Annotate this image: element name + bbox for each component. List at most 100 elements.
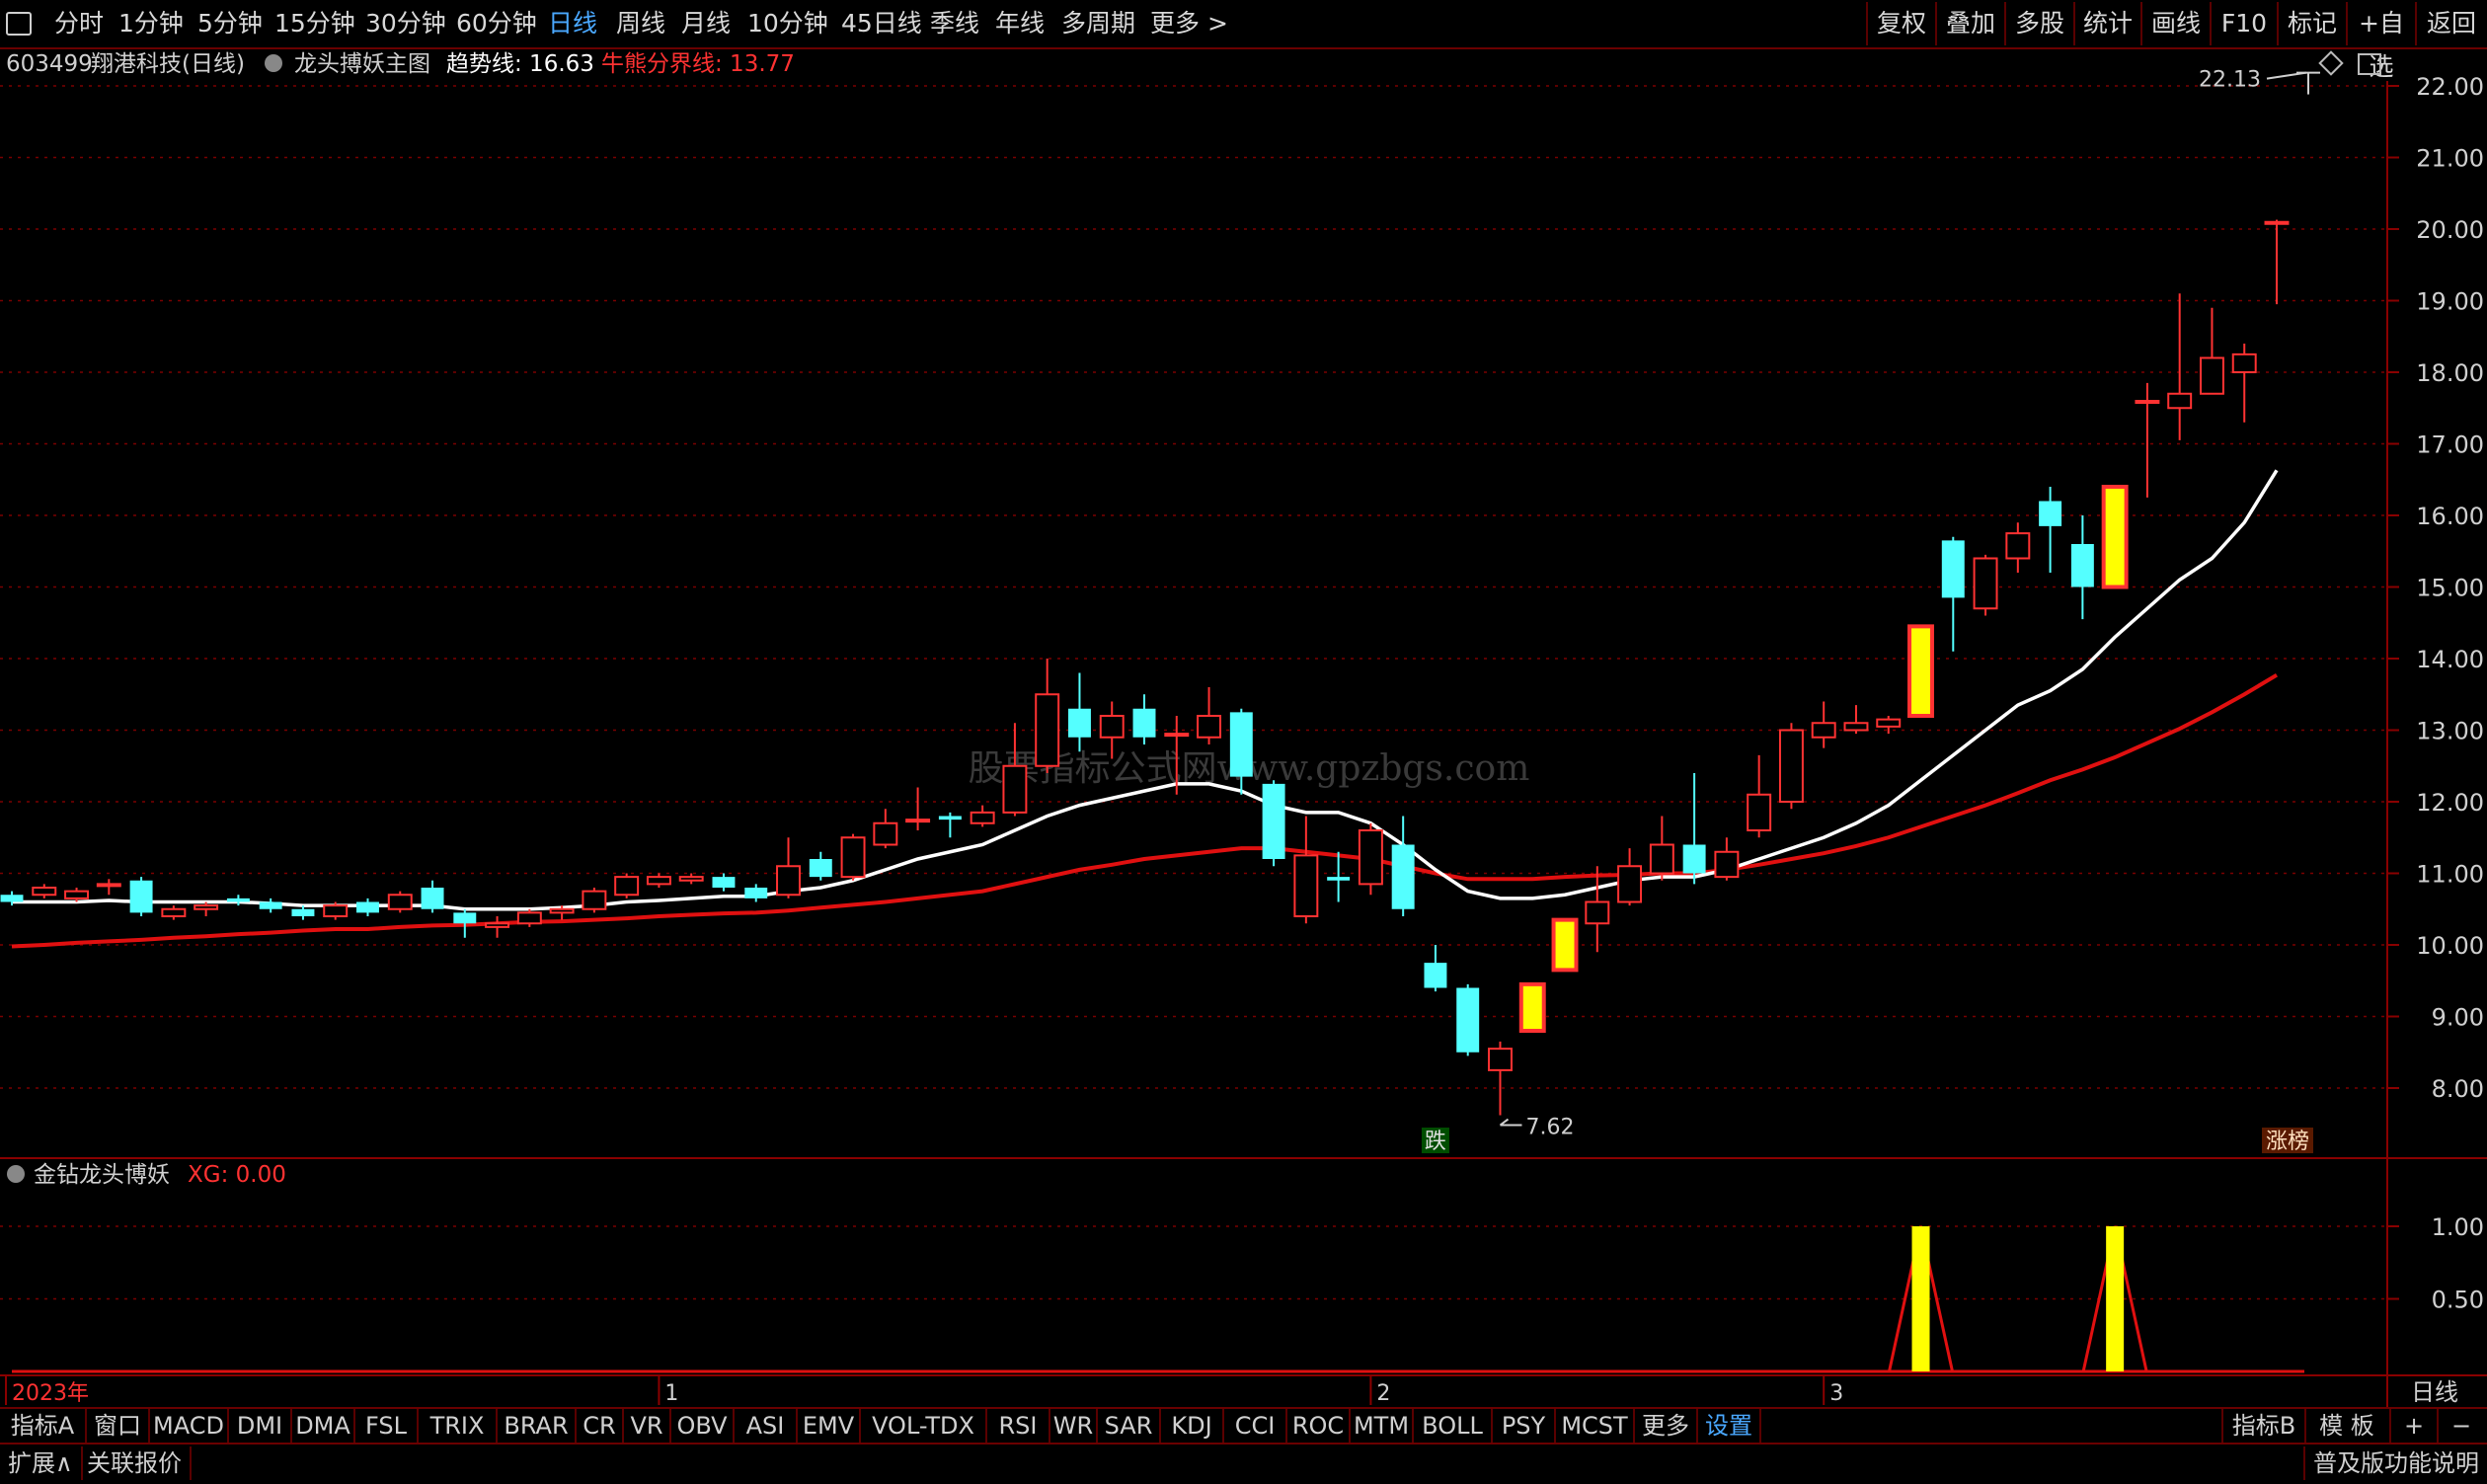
subchart-xg-label: XG: 0.00: [188, 1162, 286, 1188]
candlestick: [1617, 848, 1643, 906]
low-price-label: 7.62: [1525, 1116, 1574, 1140]
price-tick-label: 8.00: [2432, 1075, 2484, 1103]
candlestick: [938, 812, 962, 838]
candlestick: [387, 891, 413, 913]
indicator-tab-21[interactable]: BOLL: [1414, 1409, 1493, 1443]
candlestick: [1293, 816, 1319, 924]
candlestick: [2135, 382, 2160, 498]
candlestick: [840, 833, 866, 881]
candle-body-limit: [1907, 624, 1934, 718]
template-button[interactable]: 模 板: [2304, 1409, 2391, 1443]
indicator-tab-13[interactable]: VOL-TDX: [861, 1409, 987, 1443]
subchart-tick-label: 0.50: [2432, 1287, 2484, 1314]
candlestick: [1876, 716, 1902, 735]
indicator-tab-4[interactable]: DMA: [292, 1409, 355, 1443]
candlestick: [1747, 754, 1772, 838]
trend-line: [12, 469, 2279, 911]
indicator-b-button[interactable]: 指标B: [2221, 1409, 2306, 1443]
candlestick: [453, 908, 477, 938]
candle-body-up: [1293, 854, 1319, 917]
expand-button[interactable]: 扩展∧: [0, 1446, 83, 1480]
indicator-tab-6[interactable]: TRIX: [419, 1409, 498, 1443]
indicator-tab-15[interactable]: WR: [1050, 1409, 1098, 1443]
indicator-tab-10[interactable]: OBV: [671, 1409, 735, 1443]
zoom-out-button[interactable]: −: [2439, 1409, 2484, 1443]
candle-body-down: [1941, 540, 1965, 598]
indicator-tab-7[interactable]: BRAR: [498, 1409, 577, 1443]
candle-body-up: [194, 904, 219, 910]
candlestick: [1327, 851, 1351, 902]
candle-body-down: [259, 901, 282, 909]
candlestick: [1941, 536, 1965, 652]
indicator-tab-20[interactable]: MTM: [1351, 1409, 1414, 1443]
candle-body-up: [970, 811, 995, 824]
candlestick: [2167, 293, 2193, 440]
price-tick-label: 20.00: [2416, 216, 2484, 244]
indicator-tab-2[interactable]: MACD: [150, 1409, 229, 1443]
indicator-tab-16[interactable]: SAR: [1098, 1409, 1161, 1443]
candle-body-down: [356, 901, 379, 913]
candle-body-up: [516, 911, 542, 925]
candle-body-up: [1002, 764, 1028, 814]
price-tick-label: 16.00: [2416, 503, 2484, 530]
candlestick: [2101, 485, 2129, 589]
indicator-tab-0[interactable]: 指标A: [0, 1409, 87, 1443]
candle-body-down: [2039, 501, 2062, 526]
candle-body-up: [840, 836, 866, 879]
candle-body-up: [1358, 829, 1383, 886]
indicator-tab-23[interactable]: MCST: [1556, 1409, 1635, 1443]
candlestick: [32, 884, 57, 898]
candle-body-up: [2005, 532, 2031, 560]
candle-body-up: [1099, 715, 1125, 739]
candle-body-down: [1132, 708, 1156, 738]
candle-body-up: [2231, 352, 2257, 373]
linked-quotes-button[interactable]: 关联报价: [79, 1446, 192, 1480]
candle-body-up: [2264, 220, 2290, 225]
indicator-tab-8[interactable]: CR: [577, 1409, 624, 1443]
subchart-name[interactable]: 金钻龙头博妖: [34, 1162, 170, 1188]
candlestick: [776, 837, 801, 898]
indicator-tab-9[interactable]: VR: [624, 1409, 671, 1443]
price-tick-label: 17.00: [2416, 431, 2484, 459]
indicator-tab-11[interactable]: ASI: [735, 1409, 798, 1443]
candle-body-limit: [2101, 485, 2129, 589]
candlestick: [129, 877, 153, 916]
indicator-tab-1[interactable]: 窗口: [87, 1409, 150, 1443]
candle-body-down: [1067, 708, 1091, 738]
candlestick: [356, 898, 379, 916]
candle-body-down: [1262, 783, 1285, 859]
high-price-label: 22.13: [2199, 68, 2261, 93]
indicator-tab-18[interactable]: CCI: [1224, 1409, 1287, 1443]
candlestick: [1262, 780, 1285, 867]
kline-chart[interactable]: 股票指标公式网www.gpzbgs.com 22.0021.0020.0019.…: [0, 0, 2487, 1407]
indicator-tab-17[interactable]: KDJ: [1161, 1409, 1224, 1443]
indicator-tab-3[interactable]: DMI: [229, 1409, 292, 1443]
indicator-tab-22[interactable]: PSY: [1493, 1409, 1556, 1443]
indicator-tab-12[interactable]: EMV: [798, 1409, 861, 1443]
candle-body-down: [1456, 987, 1480, 1053]
indicator-tab-14[interactable]: RSI: [987, 1409, 1050, 1443]
indicator-tab-25[interactable]: 设置: [1698, 1409, 1761, 1443]
candle-body-down: [0, 895, 24, 902]
zoom-in-button[interactable]: +: [2391, 1409, 2439, 1443]
candlestick: [744, 884, 768, 902]
candle-body-up: [1649, 843, 1674, 875]
price-tick-label: 9.00: [2432, 1004, 2484, 1032]
version-note-link[interactable]: 普及版功能说明: [2303, 1446, 2487, 1480]
indicator-tab-24[interactable]: 更多: [1635, 1409, 1698, 1443]
candlestick: [2199, 307, 2224, 395]
candle-body-up: [1035, 693, 1060, 767]
indicator-tab-19[interactable]: ROC: [1287, 1409, 1351, 1443]
candlestick: [64, 888, 90, 902]
candlestick: [678, 873, 704, 885]
time-label: 2: [1376, 1381, 1390, 1406]
candlestick: [582, 888, 607, 913]
xg-signal-bar: [2106, 1226, 2125, 1371]
indicator-tab-5[interactable]: FSL: [355, 1409, 419, 1443]
candle-body-down: [938, 816, 962, 820]
candlestick: [1197, 687, 1222, 744]
subchart-gear-icon[interactable]: [7, 1165, 25, 1183]
candle-body-up: [323, 904, 349, 917]
candle-body-down: [1327, 877, 1351, 881]
price-tick-label: 18.00: [2416, 359, 2484, 387]
